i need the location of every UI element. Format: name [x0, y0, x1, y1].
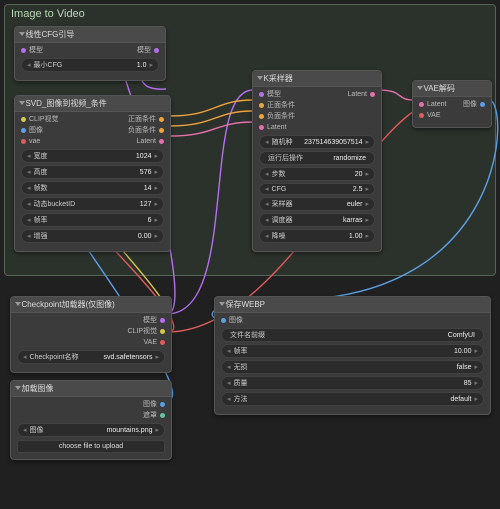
port-out-mask[interactable] [160, 413, 165, 418]
port-in-pos[interactable] [259, 103, 264, 108]
node-checkpoint-loader[interactable]: Checkpoint加载器(仅图像) 模型 CLIP视觉 VAE ◂Checkp… [10, 296, 172, 373]
node-title: Checkpoint加载器(仅图像) [11, 297, 171, 313]
widget-bucket[interactable]: ◂动态bucketID127▸ [21, 197, 164, 211]
node-title: 加载图像 [11, 381, 171, 397]
widget-after[interactable]: 运行后操作randomize [259, 151, 375, 165]
widget-quality[interactable]: ◂质量85▸ [221, 376, 484, 390]
port-out-image[interactable] [480, 102, 485, 107]
node-title: K采样器 [253, 71, 381, 87]
slot-label: 模型 [29, 45, 43, 56]
widget-scheduler[interactable]: ◂调度器karras▸ [259, 213, 375, 227]
port-out-pos[interactable] [159, 117, 164, 122]
node-linear-cfg[interactable]: 线性CFG引导 模型 模型 ◂最小CFG1.0▸ [14, 26, 166, 81]
node-title: 保存WEBP [215, 297, 490, 313]
widget-lossless[interactable]: ◂无损false▸ [221, 360, 484, 374]
port-in-neg[interactable] [259, 114, 264, 119]
port-out-model[interactable] [160, 318, 165, 323]
widget-ckpt-name[interactable]: ◂Checkpoint名称svd.safetensors▸ [17, 350, 165, 364]
widget-height[interactable]: ◂高度576▸ [21, 165, 164, 179]
node-title: VAE解码 [413, 81, 491, 97]
widget-width[interactable]: ◂宽度1024▸ [21, 149, 164, 163]
node-title: 线性CFG引导 [15, 27, 165, 43]
port-in-model[interactable] [259, 92, 264, 97]
widget-frames[interactable]: ◂帧数14▸ [21, 181, 164, 195]
slot-label: 模型 [137, 45, 151, 56]
widget-cfg[interactable]: ◂CFG2.5▸ [259, 183, 375, 195]
port-out-latent[interactable] [159, 139, 164, 144]
upload-button[interactable]: choose file to upload [17, 440, 165, 453]
port-in-model[interactable] [21, 48, 26, 53]
widget-denoise[interactable]: ◂降噪1.00▸ [259, 229, 375, 243]
node-load-image[interactable]: 加载图像 图像 遮罩 ◂图像mountains.png▸ choose file… [10, 380, 172, 460]
port-out-neg[interactable] [159, 128, 164, 133]
node-svd-img2vid[interactable]: SVD_图像到视频_条件 CLIP视觉正面条件 图像负面条件 vaeLatent… [14, 95, 171, 252]
node-ksampler[interactable]: K采样器 模型Latent 正面条件 负面条件 Latent ◂随机种23751… [252, 70, 382, 252]
port-in-image[interactable] [221, 318, 226, 323]
node-save-webp[interactable]: 保存WEBP 图像 文件名前缀ComfyUI ◂帧率10.00▸ ◂无损fals… [214, 296, 491, 415]
port-out-latent[interactable] [370, 92, 375, 97]
widget-sampler[interactable]: ◂采样器euler▸ [259, 197, 375, 211]
port-in-latent[interactable] [259, 125, 264, 130]
widget-method[interactable]: ◂方法default▸ [221, 392, 484, 406]
widget-min-cfg[interactable]: ◂最小CFG1.0▸ [21, 58, 159, 72]
widget-steps[interactable]: ◂步数20▸ [259, 167, 375, 181]
group-title: Image to Video [11, 8, 85, 20]
widget-fps[interactable]: ◂帧率6▸ [21, 213, 164, 227]
widget-webp-fps[interactable]: ◂帧率10.00▸ [221, 344, 484, 358]
widget-seed[interactable]: ◂随机种237514639057514▸ [259, 135, 375, 149]
port-out-clip[interactable] [160, 329, 165, 334]
widget-aug[interactable]: ◂增强0.00▸ [21, 229, 164, 243]
port-out-vae[interactable] [160, 340, 165, 345]
node-title: SVD_图像到视频_条件 [15, 96, 170, 112]
port-out-image[interactable] [160, 402, 165, 407]
port-in-latent[interactable] [419, 102, 424, 107]
port-out-model[interactable] [154, 48, 159, 53]
port-in-vae[interactable] [419, 113, 424, 118]
port-in-clip[interactable] [21, 117, 26, 122]
node-vae-decode[interactable]: VAE解码 Latent图像 VAE [412, 80, 492, 128]
port-in-image[interactable] [21, 128, 26, 133]
widget-prefix[interactable]: 文件名前缀ComfyUI [221, 328, 484, 342]
widget-image[interactable]: ◂图像mountains.png▸ [17, 423, 165, 437]
port-in-vae[interactable] [21, 139, 26, 144]
